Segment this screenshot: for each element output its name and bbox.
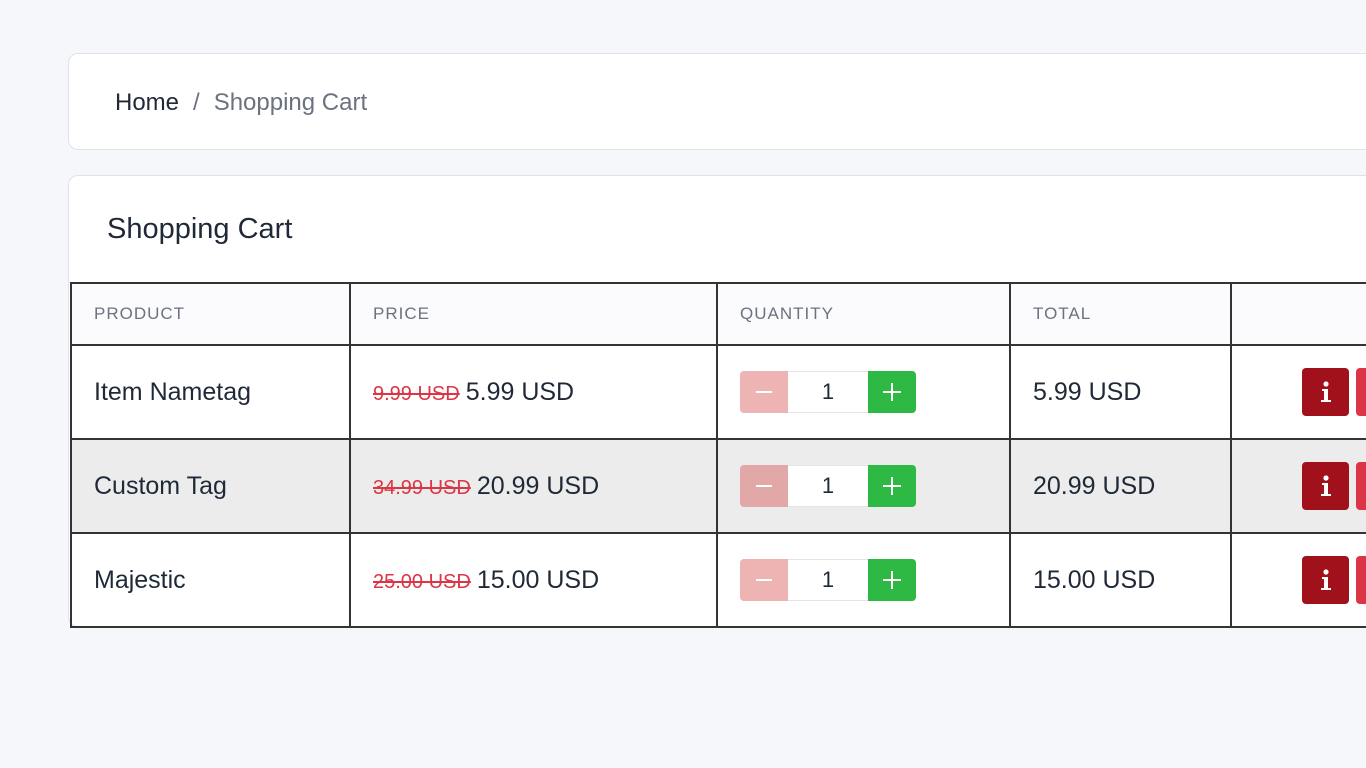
cart-table: PRODUCT PRICE QUANTITY TOTAL Item Nameta… — [70, 282, 1366, 628]
line-total: 20.99 USD — [1009, 438, 1232, 534]
current-price: 20.99 USD — [476, 471, 600, 500]
actions-cell — [1230, 532, 1366, 628]
old-price: 25.00 USD — [373, 570, 471, 593]
product-name: Custom Tag — [70, 438, 351, 534]
price-cell: 9.99 USD 5.99 USD — [349, 344, 718, 440]
info-icon — [1320, 475, 1331, 496]
line-total: 5.99 USD — [1009, 344, 1232, 440]
quantity-cell: 1 — [716, 344, 1011, 440]
delete-button[interactable] — [1356, 462, 1366, 510]
product-name: Majestic — [70, 532, 351, 628]
table-row: Custom Tag 34.99 USD 20.99 USD 1 20.99 U… — [70, 438, 1366, 534]
breadcrumb-card: Home / Shopping Cart — [68, 53, 1366, 150]
plus-icon — [883, 571, 901, 589]
decrement-button[interactable] — [740, 465, 788, 507]
table-row: Majestic 25.00 USD 15.00 USD 1 15.00 USD — [70, 532, 1366, 628]
minus-icon — [756, 391, 772, 393]
decrement-button[interactable] — [740, 371, 788, 413]
quantity-input[interactable]: 1 — [788, 465, 868, 507]
increment-button[interactable] — [868, 371, 916, 413]
quantity-stepper: 1 — [740, 465, 916, 507]
price-cell: 34.99 USD 20.99 USD — [349, 438, 718, 534]
delete-button[interactable] — [1356, 368, 1366, 416]
column-header-product: PRODUCT — [70, 282, 351, 346]
increment-button[interactable] — [868, 559, 916, 601]
page-title: Shopping Cart — [107, 213, 293, 245]
info-button[interactable] — [1302, 462, 1349, 510]
plus-icon — [883, 477, 901, 495]
old-price: 34.99 USD — [373, 476, 471, 499]
quantity-input[interactable]: 1 — [788, 559, 868, 601]
table-row: Item Nametag 9.99 USD 5.99 USD 1 5.99 US… — [70, 344, 1366, 440]
quantity-cell: 1 — [716, 532, 1011, 628]
breadcrumb: Home / Shopping Cart — [115, 88, 367, 118]
actions-cell — [1230, 344, 1366, 440]
product-name: Item Nametag — [70, 344, 351, 440]
old-price: 9.99 USD — [373, 382, 460, 405]
breadcrumb-home-link[interactable]: Home — [115, 89, 179, 116]
breadcrumb-separator: / — [193, 89, 200, 116]
table-header-row: PRODUCT PRICE QUANTITY TOTAL — [70, 282, 1366, 346]
delete-button[interactable] — [1356, 556, 1366, 604]
plus-icon — [883, 383, 901, 401]
cart-card: Shopping Cart PRODUCT PRICE QUANTITY TOT… — [68, 175, 1366, 628]
decrement-button[interactable] — [740, 559, 788, 601]
column-header-price: PRICE — [349, 282, 718, 346]
column-header-total: TOTAL — [1009, 282, 1232, 346]
price-cell: 25.00 USD 15.00 USD — [349, 532, 718, 628]
column-header-actions — [1230, 282, 1366, 346]
info-button[interactable] — [1302, 556, 1349, 604]
column-header-quantity: QUANTITY — [716, 282, 1011, 346]
minus-icon — [756, 579, 772, 581]
quantity-cell: 1 — [716, 438, 1011, 534]
quantity-input[interactable]: 1 — [788, 371, 868, 413]
info-icon — [1320, 381, 1331, 402]
line-total: 15.00 USD — [1009, 532, 1232, 628]
info-button[interactable] — [1302, 368, 1349, 416]
actions-cell — [1230, 438, 1366, 534]
current-price: 5.99 USD — [465, 377, 575, 406]
current-price: 15.00 USD — [476, 565, 600, 594]
info-icon — [1320, 569, 1331, 590]
quantity-stepper: 1 — [740, 371, 916, 413]
increment-button[interactable] — [868, 465, 916, 507]
minus-icon — [756, 485, 772, 487]
breadcrumb-current: Shopping Cart — [213, 89, 368, 116]
quantity-stepper: 1 — [740, 559, 916, 601]
